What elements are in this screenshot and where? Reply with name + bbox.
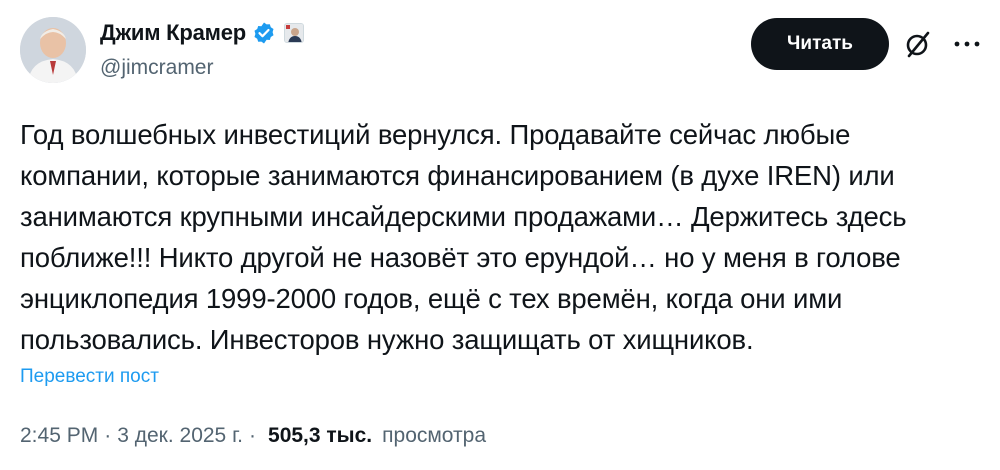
- post-date[interactable]: 3 дек. 2025 г.: [117, 424, 243, 448]
- translate-post-link[interactable]: Перевести пост: [20, 366, 159, 388]
- name-row: Джим Крамер: [100, 20, 305, 46]
- read-button[interactable]: Читать: [751, 18, 889, 70]
- display-name[interactable]: Джим Крамер: [100, 20, 246, 46]
- views-label: просмотра: [382, 424, 487, 447]
- views-count[interactable]: 505,3 тыс.: [268, 424, 372, 448]
- grok-icon[interactable]: [903, 29, 933, 59]
- affiliate-badge-icon[interactable]: [284, 23, 305, 43]
- user-handle[interactable]: @jimcramer: [100, 56, 213, 80]
- tweet-text: Год волшебных инвестиций вернулся. Прода…: [20, 119, 907, 355]
- more-icon[interactable]: [952, 36, 982, 52]
- tweet-meta: 2:45 PM · 3 дек. 2025 г. · 505,3 тыс. пр…: [20, 424, 486, 448]
- post-time[interactable]: 2:45 PM: [20, 424, 98, 448]
- tweet-card: Джим Крамер @jimcramer Читать Год волшеб…: [0, 0, 1000, 470]
- meta-separator: ·: [104, 424, 112, 447]
- verified-badge-icon[interactable]: [252, 21, 276, 45]
- meta-separator: ·: [249, 424, 257, 447]
- avatar[interactable]: [20, 17, 86, 83]
